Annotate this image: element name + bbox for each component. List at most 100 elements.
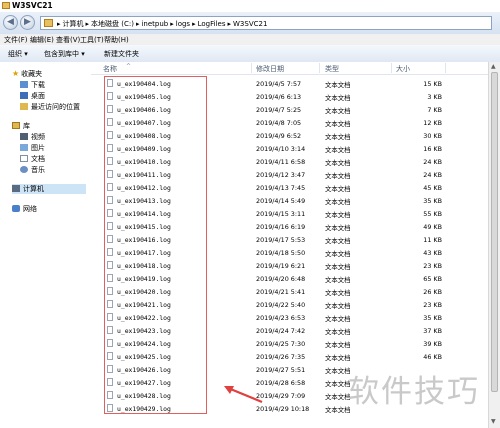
file-type: 文本文档 <box>325 224 351 232</box>
file-date: 2019/4/11 6:58 <box>256 158 306 166</box>
sidebar-network[interactable]: 网络 <box>12 204 37 214</box>
file-size: 49 KB <box>423 223 442 231</box>
file-date: 2019/4/17 5:53 <box>256 236 306 244</box>
file-date: 2019/4/5 7:57 <box>256 80 302 88</box>
file-date: 2019/4/27 5:51 <box>256 366 306 374</box>
file-type: 文本文档 <box>325 250 351 258</box>
file-date: 2019/4/8 7:05 <box>256 119 302 127</box>
file-type: 文本文档 <box>325 159 351 167</box>
recent-places-icon <box>20 103 28 110</box>
breadcrumb-item[interactable]: inetpub <box>141 20 168 28</box>
menu-item[interactable]: 帮助(H) <box>104 35 129 45</box>
breadcrumb-separator: ▸ <box>170 20 174 28</box>
column-divider[interactable] <box>445 63 446 73</box>
pictures-icon <box>20 144 28 151</box>
address-box[interactable]: ▸ 计算机 ▸ 本地磁盘 (C:) ▸ inetpub ▸ logs ▸ LogFiles ▸ W3S… <box>40 16 492 30</box>
file-type: 文本文档 <box>325 211 351 219</box>
breadcrumb-item[interactable]: LogFiles <box>198 20 226 28</box>
file-date: 2019/4/10 3:14 <box>256 145 306 153</box>
file-size: 16 KB <box>423 145 442 153</box>
watermark: 软件技巧 <box>348 374 480 410</box>
sidebar-item-desktop[interactable]: 桌面 <box>20 91 45 101</box>
highlight-box <box>104 76 207 414</box>
file-date: 2019/4/24 7:42 <box>256 327 306 335</box>
file-size: 15 KB <box>423 80 442 88</box>
new-folder-button[interactable]: 新建文件夹 <box>104 49 139 59</box>
sidebar-libraries[interactable]: 库 <box>12 121 30 131</box>
sidebar-item-recent-places[interactable]: 最近访问的位置 <box>20 102 80 112</box>
sidebar-item-music[interactable]: 音乐 <box>20 165 45 175</box>
column-size[interactable]: 大小 <box>396 64 410 74</box>
music-icon <box>20 166 28 173</box>
forward-button[interactable]: ▶ <box>20 15 35 30</box>
file-size: 35 KB <box>423 197 442 205</box>
file-size: 12 KB <box>423 119 442 127</box>
sidebar-item-videos[interactable]: 视频 <box>20 132 45 142</box>
menu-item[interactable]: 编辑(E) <box>30 35 54 45</box>
folder-icon <box>44 19 53 27</box>
sidebar-favorites[interactable]: ★ 收藏夹 <box>12 69 42 79</box>
scroll-up-icon[interactable]: ▲ <box>491 63 496 70</box>
organize-button[interactable]: 组织 ▾ <box>8 49 28 59</box>
menu-item[interactable]: 工具(T) <box>80 35 104 45</box>
include-in-library-button[interactable]: 包含到库中 ▾ <box>44 49 85 59</box>
menu-item[interactable]: 文件(F) <box>4 35 28 45</box>
sidebar-item-pictures[interactable]: 图片 <box>20 143 45 153</box>
breadcrumb-item[interactable]: 计算机 <box>63 20 84 28</box>
title-bar: W3SVC21 <box>0 0 500 12</box>
file-size: 3 KB <box>427 93 442 101</box>
library-icon <box>12 122 20 129</box>
file-type: 文本文档 <box>325 185 351 193</box>
scroll-thumb[interactable] <box>491 72 498 392</box>
column-divider[interactable] <box>319 63 320 73</box>
breadcrumb[interactable]: ▸ 计算机 ▸ 本地磁盘 (C:) ▸ inetpub ▸ logs ▸ LogFiles ▸ W3S… <box>57 19 269 29</box>
file-date: 2019/4/13 7:45 <box>256 184 306 192</box>
folder-icon <box>2 2 10 9</box>
menu-item[interactable]: 查看(V) <box>56 35 80 45</box>
file-type: 文本文档 <box>325 367 351 375</box>
file-type: 文本文档 <box>325 198 351 206</box>
scroll-down-icon[interactable]: ▼ <box>491 418 496 425</box>
file-date: 2019/4/18 5:50 <box>256 249 306 257</box>
file-date: 2019/4/14 5:49 <box>256 197 306 205</box>
back-button[interactable]: ◀ <box>3 15 18 30</box>
file-size: 24 KB <box>423 158 442 166</box>
file-type: 文本文档 <box>325 263 351 271</box>
file-type: 文本文档 <box>325 354 351 362</box>
breadcrumb-separator: ▸ <box>135 20 140 28</box>
file-type: 文本文档 <box>325 120 351 128</box>
column-divider[interactable] <box>391 63 392 73</box>
file-type: 文本文档 <box>325 81 351 89</box>
column-type[interactable]: 类型 <box>325 64 339 74</box>
breadcrumb-item[interactable]: 本地磁盘 (C:) <box>91 20 134 28</box>
breadcrumb-item[interactable]: W3SVC21 <box>233 20 267 28</box>
breadcrumb-separator: ▸ <box>85 20 90 28</box>
file-date: 2019/4/12 3:47 <box>256 171 306 179</box>
file-date: 2019/4/21 5:41 <box>256 288 306 296</box>
breadcrumb-separator: ▸ <box>57 20 61 28</box>
sidebar-computer[interactable]: 计算机 <box>12 184 86 194</box>
network-icon <box>12 205 20 212</box>
column-divider[interactable] <box>251 63 252 73</box>
file-size: 23 KB <box>423 262 442 270</box>
breadcrumb-separator: ▸ <box>192 20 196 28</box>
file-size: 46 KB <box>423 353 442 361</box>
file-size: 43 KB <box>423 249 442 257</box>
column-date[interactable]: 修改日期 <box>256 64 284 74</box>
file-type: 文本文档 <box>325 107 351 115</box>
file-type: 文本文档 <box>325 94 351 102</box>
file-size: 30 KB <box>423 132 442 140</box>
file-type: 文本文档 <box>325 406 351 414</box>
file-date: 2019/4/19 6:21 <box>256 262 306 270</box>
column-name[interactable]: 名称 <box>103 64 117 74</box>
file-type: 文本文档 <box>325 172 351 180</box>
sidebar-item-documents[interactable]: 文档 <box>20 154 45 164</box>
sidebar-item-downloads[interactable]: 下载 <box>20 80 45 90</box>
vertical-scrollbar[interactable]: ▲ ▼ <box>488 62 500 428</box>
address-bar-area: ◀ ▶ ▸ 计算机 ▸ 本地磁盘 (C:) ▸ inetpub ▸ logs ▸ LogFiles… <box>0 12 500 35</box>
window-title: W3SVC21 <box>12 1 53 10</box>
star-icon: ★ <box>12 69 20 78</box>
breadcrumb-separator: ▸ <box>227 20 231 28</box>
breadcrumb-item[interactable]: logs <box>176 20 190 28</box>
file-date: 2019/4/23 6:53 <box>256 314 306 322</box>
